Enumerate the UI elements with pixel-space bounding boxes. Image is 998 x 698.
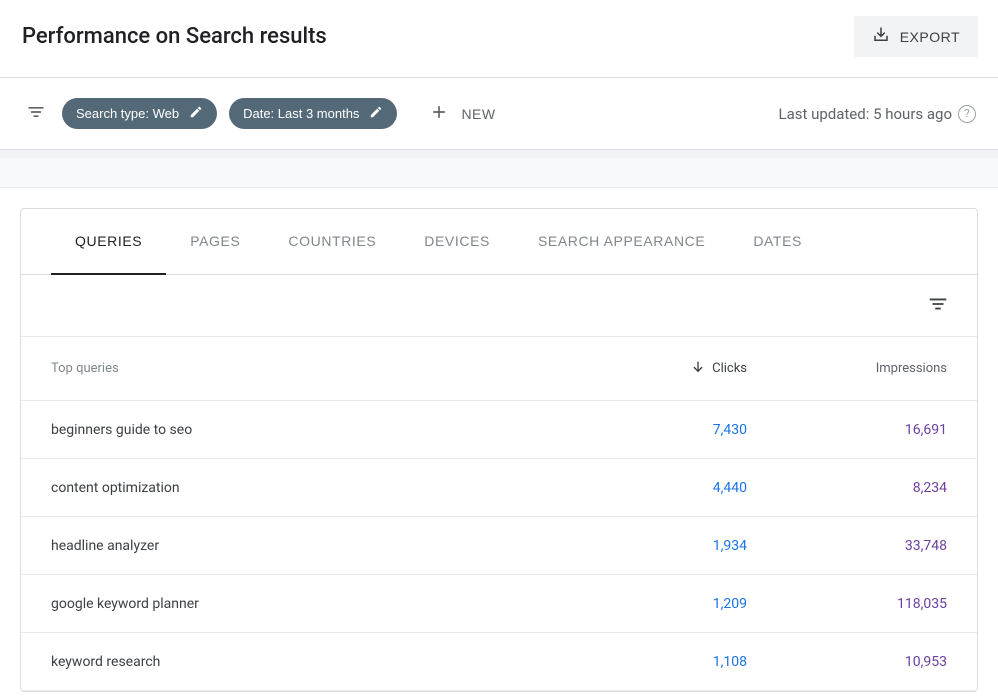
plus-icon [429, 102, 449, 125]
gap-divider [0, 150, 998, 158]
header-clicks-label: Clicks [712, 361, 747, 376]
filter-list-icon [26, 110, 46, 125]
gap-area [0, 158, 998, 188]
filter-list-icon [927, 303, 949, 318]
last-updated: Last updated: 5 hours ago ? [778, 105, 976, 123]
table-row[interactable]: beginners guide to seo7,43016,691 [21, 401, 977, 459]
tab-search-appearance[interactable]: SEARCH APPEARANCE [514, 209, 729, 275]
chip-search-type[interactable]: Search type: Web [62, 98, 217, 129]
add-filter-button[interactable]: NEW [417, 96, 507, 131]
query-cell: content optimization [51, 480, 567, 496]
page-title: Performance on Search results [22, 24, 327, 49]
help-icon[interactable]: ? [958, 105, 976, 123]
table-header: Top queries Clicks Impressions [21, 337, 977, 401]
table-row[interactable]: content optimization4,4408,234 [21, 459, 977, 517]
queries-card: QUERIESPAGESCOUNTRIESDEVICESSEARCH APPEA… [20, 208, 978, 692]
table-row[interactable]: headline analyzer1,93433,748 [21, 517, 977, 575]
page-header: Performance on Search results EXPORT [0, 0, 998, 78]
header-impressions-label: Impressions [876, 361, 947, 376]
impressions-cell: 10,953 [747, 654, 947, 670]
header-clicks[interactable]: Clicks [567, 359, 747, 379]
clicks-cell: 4,440 [567, 480, 747, 496]
tab-countries[interactable]: COUNTRIES [264, 209, 400, 275]
tab-devices[interactable]: DEVICES [400, 209, 514, 275]
tab-queries[interactable]: QUERIES [51, 209, 166, 275]
query-cell: headline analyzer [51, 538, 567, 554]
new-label: NEW [461, 106, 495, 122]
impressions-cell: 118,035 [747, 596, 947, 612]
chip-date-label: Date: Last 3 months [243, 106, 359, 121]
impressions-cell: 16,691 [747, 422, 947, 438]
table-filter-button[interactable] [923, 289, 953, 322]
clicks-cell: 1,108 [567, 654, 747, 670]
clicks-cell: 1,934 [567, 538, 747, 554]
arrow-down-icon [690, 359, 706, 379]
query-cell: beginners guide to seo [51, 422, 567, 438]
export-label: EXPORT [900, 29, 960, 45]
clicks-cell: 1,209 [567, 596, 747, 612]
pencil-icon [189, 105, 203, 122]
impressions-cell: 33,748 [747, 538, 947, 554]
query-cell: keyword research [51, 654, 567, 670]
table-row[interactable]: keyword research1,10810,953 [21, 633, 977, 691]
header-query[interactable]: Top queries [51, 361, 567, 376]
filter-list-button[interactable] [22, 98, 50, 129]
filter-bar: Search type: Web Date: Last 3 months NEW… [0, 78, 998, 150]
chip-date[interactable]: Date: Last 3 months [229, 98, 397, 129]
last-updated-text: Last updated: 5 hours ago [778, 105, 952, 123]
tab-pages[interactable]: PAGES [166, 209, 264, 275]
table-filter-row [21, 275, 977, 337]
impressions-cell: 8,234 [747, 480, 947, 496]
clicks-cell: 7,430 [567, 422, 747, 438]
query-cell: google keyword planner [51, 596, 567, 612]
table-body: beginners guide to seo7,43016,691content… [21, 401, 977, 691]
tabs: QUERIESPAGESCOUNTRIESDEVICESSEARCH APPEA… [21, 209, 977, 275]
download-icon [872, 26, 890, 47]
header-impressions[interactable]: Impressions [747, 361, 947, 376]
table-row[interactable]: google keyword planner1,209118,035 [21, 575, 977, 633]
pencil-icon [369, 105, 383, 122]
export-button[interactable]: EXPORT [854, 16, 978, 57]
chip-search-type-label: Search type: Web [76, 106, 179, 121]
tab-dates[interactable]: DATES [729, 209, 826, 275]
